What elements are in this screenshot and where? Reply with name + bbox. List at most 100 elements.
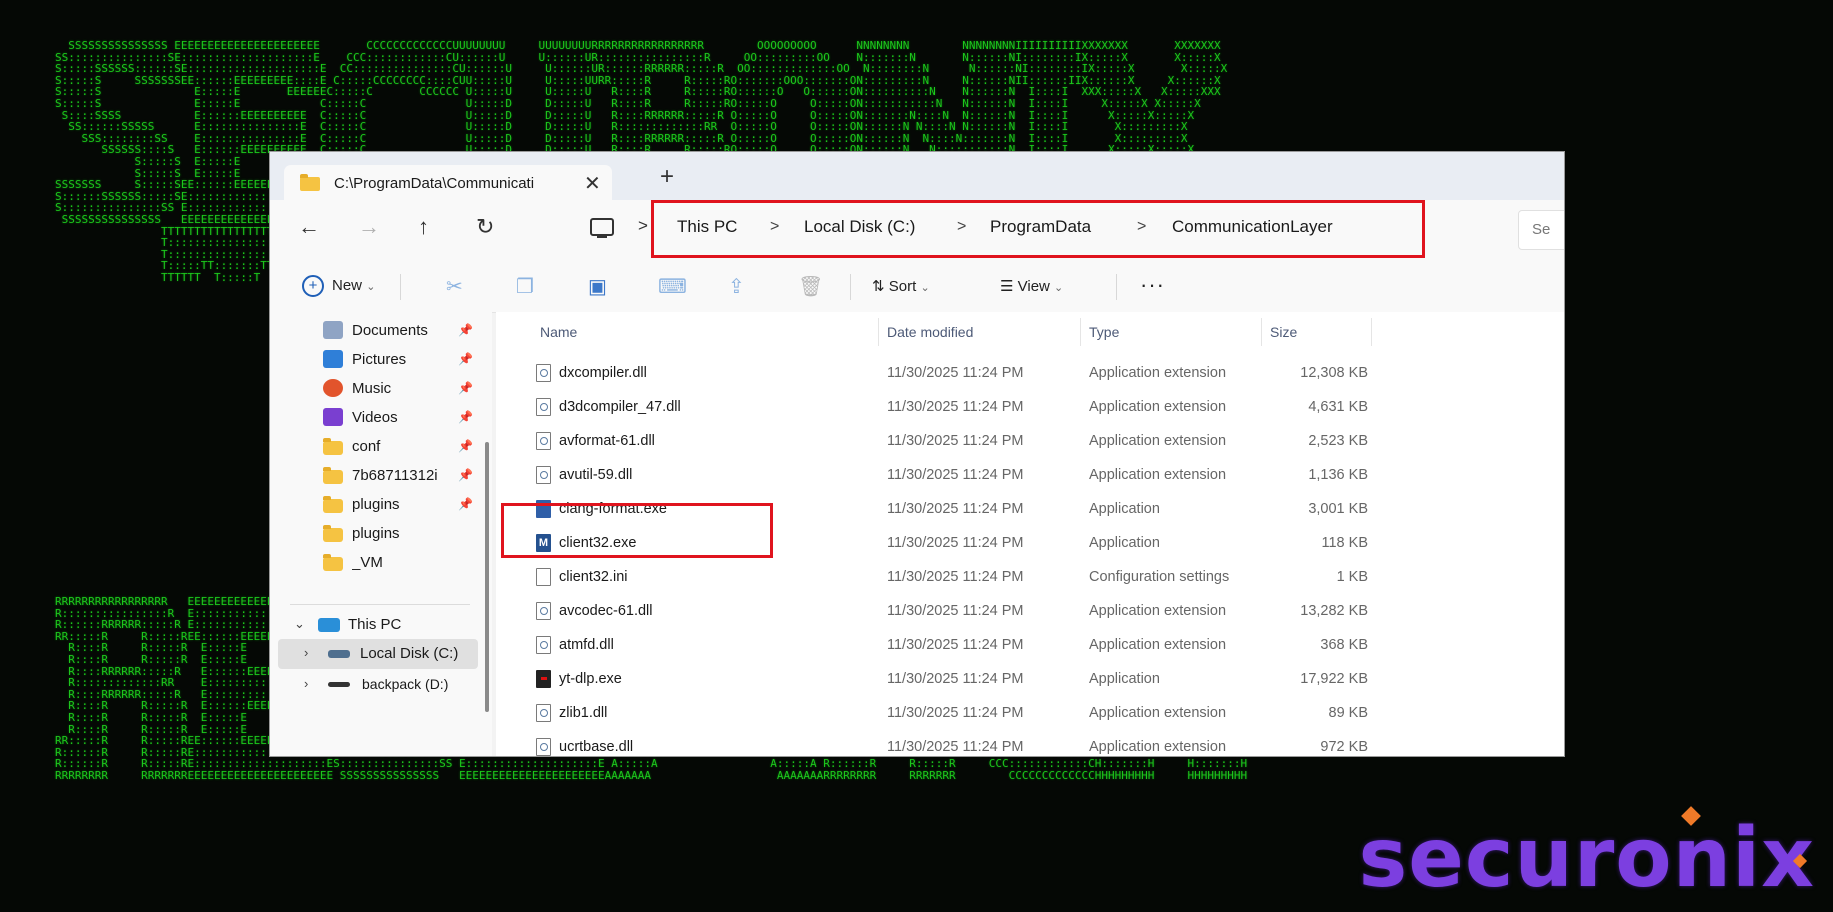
file-type: Configuration settings	[1089, 569, 1230, 585]
delete-icon[interactable]: 🗑	[798, 274, 823, 299]
rename-icon[interactable]: ⌨	[658, 274, 687, 299]
copy-icon[interactable]: ❐	[516, 274, 534, 299]
refresh-button[interactable]: ↻	[476, 216, 494, 238]
chevron-down-icon[interactable]: ⌄	[294, 616, 305, 632]
sidebar-item-pictures[interactable]: Pictures 📌	[270, 345, 480, 375]
file-row[interactable]: avcodec-61.dll 11/30/2025 11:24 PM Applica…	[496, 594, 1564, 628]
file-type: Application extension	[1089, 603, 1227, 619]
file-name: avformat-61.dll	[559, 433, 655, 449]
new-button[interactable]: + New ⌄	[302, 275, 375, 297]
file-icon	[536, 364, 551, 382]
column-header-date[interactable]: Date modified	[887, 324, 973, 340]
pin-icon[interactable]: 📌	[458, 410, 473, 424]
back-button[interactable]: ←	[298, 216, 320, 238]
file-date: 11/30/2025 11:24 PM	[887, 399, 1024, 415]
search-input[interactable]: Se	[1518, 210, 1564, 250]
file-row[interactable]: avformat-61.dll 11/30/2025 11:24 PM Applic…	[496, 424, 1564, 458]
file-date: 11/30/2025 11:24 PM	[887, 535, 1024, 551]
sidebar-divider	[290, 604, 470, 605]
file-date: 11/30/2025 11:24 PM	[887, 365, 1024, 381]
forward-button[interactable]: →	[358, 216, 380, 238]
chevron-down-icon: ⌄	[1054, 282, 1064, 294]
file-type: Application extension	[1089, 399, 1227, 415]
sidebar-item-music[interactable]: Music 📌	[270, 374, 480, 404]
file-date: 11/30/2025 11:24 PM	[887, 705, 1024, 721]
sidebar-item-vm[interactable]: _VM	[270, 548, 480, 578]
view-icon: ☰	[1000, 278, 1014, 295]
file-name: client32.ini	[559, 569, 628, 585]
file-size: 972 KB	[1320, 739, 1368, 755]
sidebar-item-label: Local Disk (C:)	[360, 645, 459, 662]
column-divider[interactable]	[1261, 318, 1262, 346]
file-name: atmfd.dll	[559, 637, 614, 653]
this-pc-icon	[318, 618, 340, 632]
chevron-down-icon: ⌄	[920, 282, 930, 294]
file-row[interactable]: d3dcompiler_47.dll 11/30/2025 11:24 PM App…	[496, 390, 1564, 424]
sidebar-item-label: _VM	[352, 554, 383, 571]
more-options-button[interactable]: ···	[1140, 272, 1165, 298]
file-row[interactable]: ucrtbase.dll 11/30/2025 11:24 PM Applicati…	[496, 730, 1564, 756]
search-placeholder: Se	[1532, 221, 1551, 238]
file-type: Application extension	[1089, 739, 1227, 755]
file-size: 368 KB	[1320, 637, 1368, 653]
videos-icon	[323, 408, 343, 426]
chevron-right-icon[interactable]: >	[638, 216, 648, 236]
sidebar-item-videos[interactable]: Videos 📌	[270, 403, 480, 433]
sidebar-item-this-pc[interactable]: ⌄ This PC	[270, 610, 480, 640]
column-header-name[interactable]: Name	[540, 324, 577, 340]
file-date: 11/30/2025 11:24 PM	[887, 467, 1024, 483]
sidebar-item-plugins[interactable]: plugins	[270, 519, 480, 549]
folder-icon	[323, 525, 343, 542]
column-header-size[interactable]: Size	[1270, 324, 1297, 340]
file-row[interactable]: atmfd.dll 11/30/2025 11:24 PM Application …	[496, 628, 1564, 662]
view-button[interactable]: ☰ View ⌄	[1000, 277, 1063, 295]
file-type: Application	[1089, 501, 1160, 517]
tab-current-folder[interactable]: C:\ProgramData\Communicati ✕	[284, 165, 612, 200]
file-icon	[536, 636, 551, 654]
sort-button[interactable]: ⇅ Sort ⌄	[872, 277, 930, 295]
chevron-right-icon[interactable]: ›	[304, 676, 308, 691]
chevron-right-icon[interactable]: ›	[304, 645, 308, 660]
file-size: 2,523 KB	[1308, 433, 1368, 449]
column-divider[interactable]	[878, 318, 879, 346]
folder-icon	[323, 554, 343, 571]
file-row[interactable]: yt-dlp.exe 11/30/2025 11:24 PM Application…	[496, 662, 1564, 696]
file-row[interactable]: avutil-59.dll 11/30/2025 11:24 PM Applicat…	[496, 458, 1564, 492]
new-tab-button[interactable]: +	[660, 165, 674, 189]
sidebar-scrollbar[interactable]	[485, 442, 489, 712]
pin-icon[interactable]: 📌	[458, 352, 473, 366]
column-header-type[interactable]: Type	[1089, 324, 1119, 340]
sidebar-item-label: Pictures	[352, 351, 407, 368]
sidebar-item-label: plugins	[352, 496, 400, 513]
pin-icon[interactable]: 📌	[458, 439, 473, 453]
sidebar-item-conf[interactable]: conf 📌	[270, 432, 480, 462]
sidebar-item-7b68711312i[interactable]: 7b68711312i 📌	[270, 461, 480, 491]
share-icon[interactable]: ⇪	[728, 274, 745, 299]
up-button[interactable]: ↑	[418, 216, 429, 238]
pin-icon[interactable]: 📌	[458, 497, 473, 511]
pin-icon[interactable]: 📌	[458, 381, 473, 395]
sidebar-item-plugins[interactable]: plugins 📌	[270, 490, 480, 520]
cut-icon[interactable]: ✂	[446, 274, 463, 299]
file-name: zlib1.dll	[559, 705, 608, 721]
sidebar-item-local-disk[interactable]: › Local Disk (C:)	[278, 639, 478, 669]
file-type: Application extension	[1089, 637, 1227, 653]
close-icon[interactable]: ✕	[584, 171, 601, 196]
sidebar-item-label: Videos	[352, 409, 398, 426]
file-size: 4,631 KB	[1308, 399, 1368, 415]
this-pc-icon[interactable]	[590, 218, 614, 238]
file-row[interactable]: zlib1.dll 11/30/2025 11:24 PM Application …	[496, 696, 1564, 730]
file-row[interactable]: client32.ini 11/30/2025 11:24 PM Configura…	[496, 560, 1564, 594]
file-date: 11/30/2025 11:24 PM	[887, 603, 1024, 619]
pin-icon[interactable]: 📌	[458, 323, 473, 337]
sidebar-item-documents[interactable]: Documents 📌	[270, 316, 480, 346]
file-date: 11/30/2025 11:24 PM	[887, 671, 1024, 687]
column-divider[interactable]	[1371, 318, 1372, 346]
file-row[interactable]: dxcompiler.dll 11/30/2025 11:24 PM Applica…	[496, 356, 1564, 390]
column-divider[interactable]	[1080, 318, 1081, 346]
sidebar-item-backpack[interactable]: › backpack (D:)	[270, 670, 480, 700]
paste-icon[interactable]: ▣	[588, 274, 607, 299]
pin-icon[interactable]: 📌	[458, 468, 473, 482]
file-size: 118 KB	[1321, 535, 1369, 551]
file-icon	[536, 738, 551, 756]
